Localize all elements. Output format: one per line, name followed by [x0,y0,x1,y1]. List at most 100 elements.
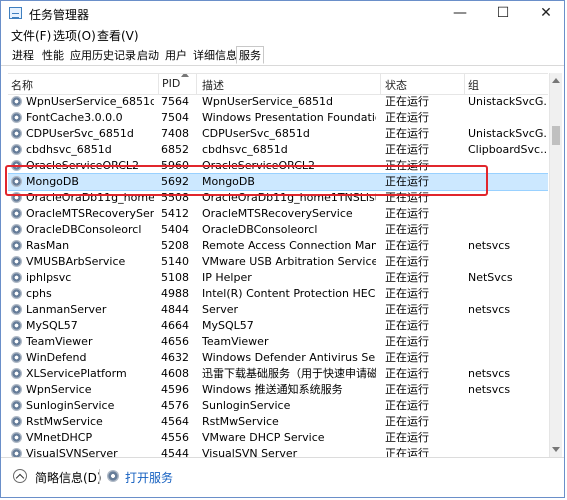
service-description: CDPUserSvc_6851d [202,127,310,140]
open-services-link[interactable]: 打开服务 [125,469,173,486]
service-pid: 7564 [161,95,189,108]
column-divider[interactable] [196,74,197,94]
service-status: 正在运行 [385,335,429,348]
service-status: 正在运行 [385,143,429,156]
scroll-down-icon[interactable] [552,447,560,452]
minimize-button[interactable]: — [442,1,478,25]
column-pid[interactable]: PID [162,77,180,90]
service-description: Windows Presentation Foundatio... [202,111,376,124]
column-divider[interactable] [158,74,159,94]
tab-services[interactable]: 服务 [236,46,264,64]
service-pid: 6852 [161,143,189,156]
service-group [468,430,546,446]
tab-details[interactable]: 详细信息 [190,46,240,64]
service-name: OracleDBConsoleorcl [26,223,142,236]
scroll-up-icon[interactable] [552,78,560,83]
maximize-button[interactable]: ☐ [485,1,521,25]
service-pid: 4608 [161,367,189,380]
table-row[interactable]: cphs 4988 Intel(R) Content Protection HECI… [8,286,548,302]
services-table: 名称 PID 描述 状态 组 WpnUserService_6851d 7564 W… [8,73,548,458]
vertical-scrollbar[interactable] [549,73,562,457]
tab-processes[interactable]: 进程 [9,46,37,64]
table-row[interactable]: VMUSBArbService 5140 VMware USB Arbitratio… [8,254,548,270]
table-row[interactable]: OracleDBConsoleorcl 5404 OracleDBConsoleor… [8,222,548,238]
service-description: Remote Access Connection Mana... [202,239,376,252]
service-pid: 4988 [161,287,189,300]
service-status: 正在运行 [385,207,429,220]
column-divider[interactable] [380,74,381,94]
service-gear-icon [11,128,22,139]
window-title: 任务管理器 [29,8,90,22]
tab-startup[interactable]: 启动 [134,46,162,64]
menu-options[interactable]: 选项(O) [53,27,96,44]
table-row[interactable]: MySQL57 4664 MySQL57 正在运行 [8,318,548,334]
service-status: 正在运行 [385,255,429,268]
service-status: 正在运行 [385,383,429,396]
table-row[interactable]: cbdhsvc_6851d 6852 cbdhsvc_6851d 正在运行 Clipbo… [8,142,548,158]
table-row[interactable]: SunloginService 4576 SunloginService 正在运行 [8,398,548,414]
table-row[interactable]: iphlpsvc 5108 IP Helper 正在运行 NetSvcs [8,270,548,286]
service-pid: 5404 [161,223,189,236]
table-row[interactable]: LanmanServer 4844 Server 正在运行 netsvcs [8,302,548,318]
table-row[interactable]: RasMan 5208 Remote Access Connection Mana.… [8,238,548,254]
tab-app-history[interactable]: 应用历史记录 [67,46,139,64]
service-gear-icon [11,352,22,363]
service-gear-icon [11,336,22,347]
service-name: CDPUserSvc_6851d [26,127,134,140]
task-manager-icon [9,7,22,19]
service-status: 正在运行 [385,367,429,380]
service-name: OracleMTSRecoveryServ... [26,207,154,220]
service-gear-icon [11,112,22,123]
table-row[interactable]: XLServicePlatform 4608 迅雷下载基础服务（用于快速申请磁...… [8,366,548,382]
service-status: 正在运行 [385,111,429,124]
service-group [468,254,546,270]
table-row[interactable]: VMnetDHCP 4556 VMware DHCP Service 正在运行 [8,430,548,446]
service-description: cbdhsvc_6851d [202,143,288,156]
column-divider[interactable] [464,74,465,94]
service-gear-icon [11,224,22,235]
service-group: NetSvcs [468,271,513,284]
service-name: XLServicePlatform [26,367,127,380]
tab-strip: 进程 性能 应用历史记录 启动 用户 详细信息 服务 [1,45,564,66]
task-manager-window: 任务管理器 — ☐ ✕ 文件(F) 选项(O) 查看(V) 进程 性能 应用历史… [0,0,565,498]
service-gear-icon [11,256,22,267]
column-status[interactable]: 状态 [385,77,407,93]
table-row[interactable]: FontCache3.0.0.0 7504 Windows Presentation… [8,110,548,126]
table-row[interactable]: RstMwService 4564 RstMwService 正在运行 [8,414,548,430]
table-row[interactable]: CDPUserSvc_6851d 7408 CDPUserSvc_6851d 正在运行… [8,126,548,142]
service-name: WpnService [26,383,92,396]
service-gear-icon [11,304,22,315]
table-row[interactable]: OracleMTSRecoveryServ... 5412 OracleMTSRec… [8,206,548,222]
table-row[interactable]: WinDefend 4632 Windows Defender Antivirus … [8,350,548,366]
footer-divider [99,469,100,484]
service-name: WpnUserService_6851d [26,95,154,108]
column-description[interactable]: 描述 [202,77,224,93]
close-button[interactable]: ✕ [528,1,564,25]
service-status: 正在运行 [385,319,429,332]
service-description: VMware DHCP Service [202,431,325,444]
column-group[interactable]: 组 [468,77,479,93]
column-name[interactable]: 名称 [11,77,33,93]
table-row[interactable]: WpnService 4596 Windows 推送通知系统服务 正在运行 netsvc… [8,382,548,398]
collapse-arrow-icon[interactable] [13,469,27,483]
table-row[interactable]: TeamViewer 4656 TeamViewer 正在运行 [8,334,548,350]
tab-performance[interactable]: 性能 [39,46,67,64]
menu-view[interactable]: 查看(V) [97,27,139,44]
service-group: UnistackSvcG... [468,127,546,140]
tab-users[interactable]: 用户 [162,46,190,64]
service-gear-icon [11,400,22,411]
service-name: RstMwService [26,415,103,428]
service-pid: 5140 [161,255,189,268]
service-status: 正在运行 [385,431,429,444]
less-details-button[interactable]: 简略信息(D) [35,469,102,486]
title-bar: 任务管理器 — ☐ ✕ [1,1,564,25]
table-row[interactable]: WpnUserService_6851d 7564 WpnUserService_6… [8,94,548,110]
scrollbar-thumb[interactable] [552,126,560,145]
service-pid: 4556 [161,431,189,444]
menu-file[interactable]: 文件(F) [11,27,51,44]
service-name: VMUSBArbService [26,255,126,268]
service-description: SunloginService [202,399,291,412]
service-group [468,334,546,350]
service-name: RasMan [26,239,70,252]
service-group: UnistackSvcG... [468,95,546,108]
